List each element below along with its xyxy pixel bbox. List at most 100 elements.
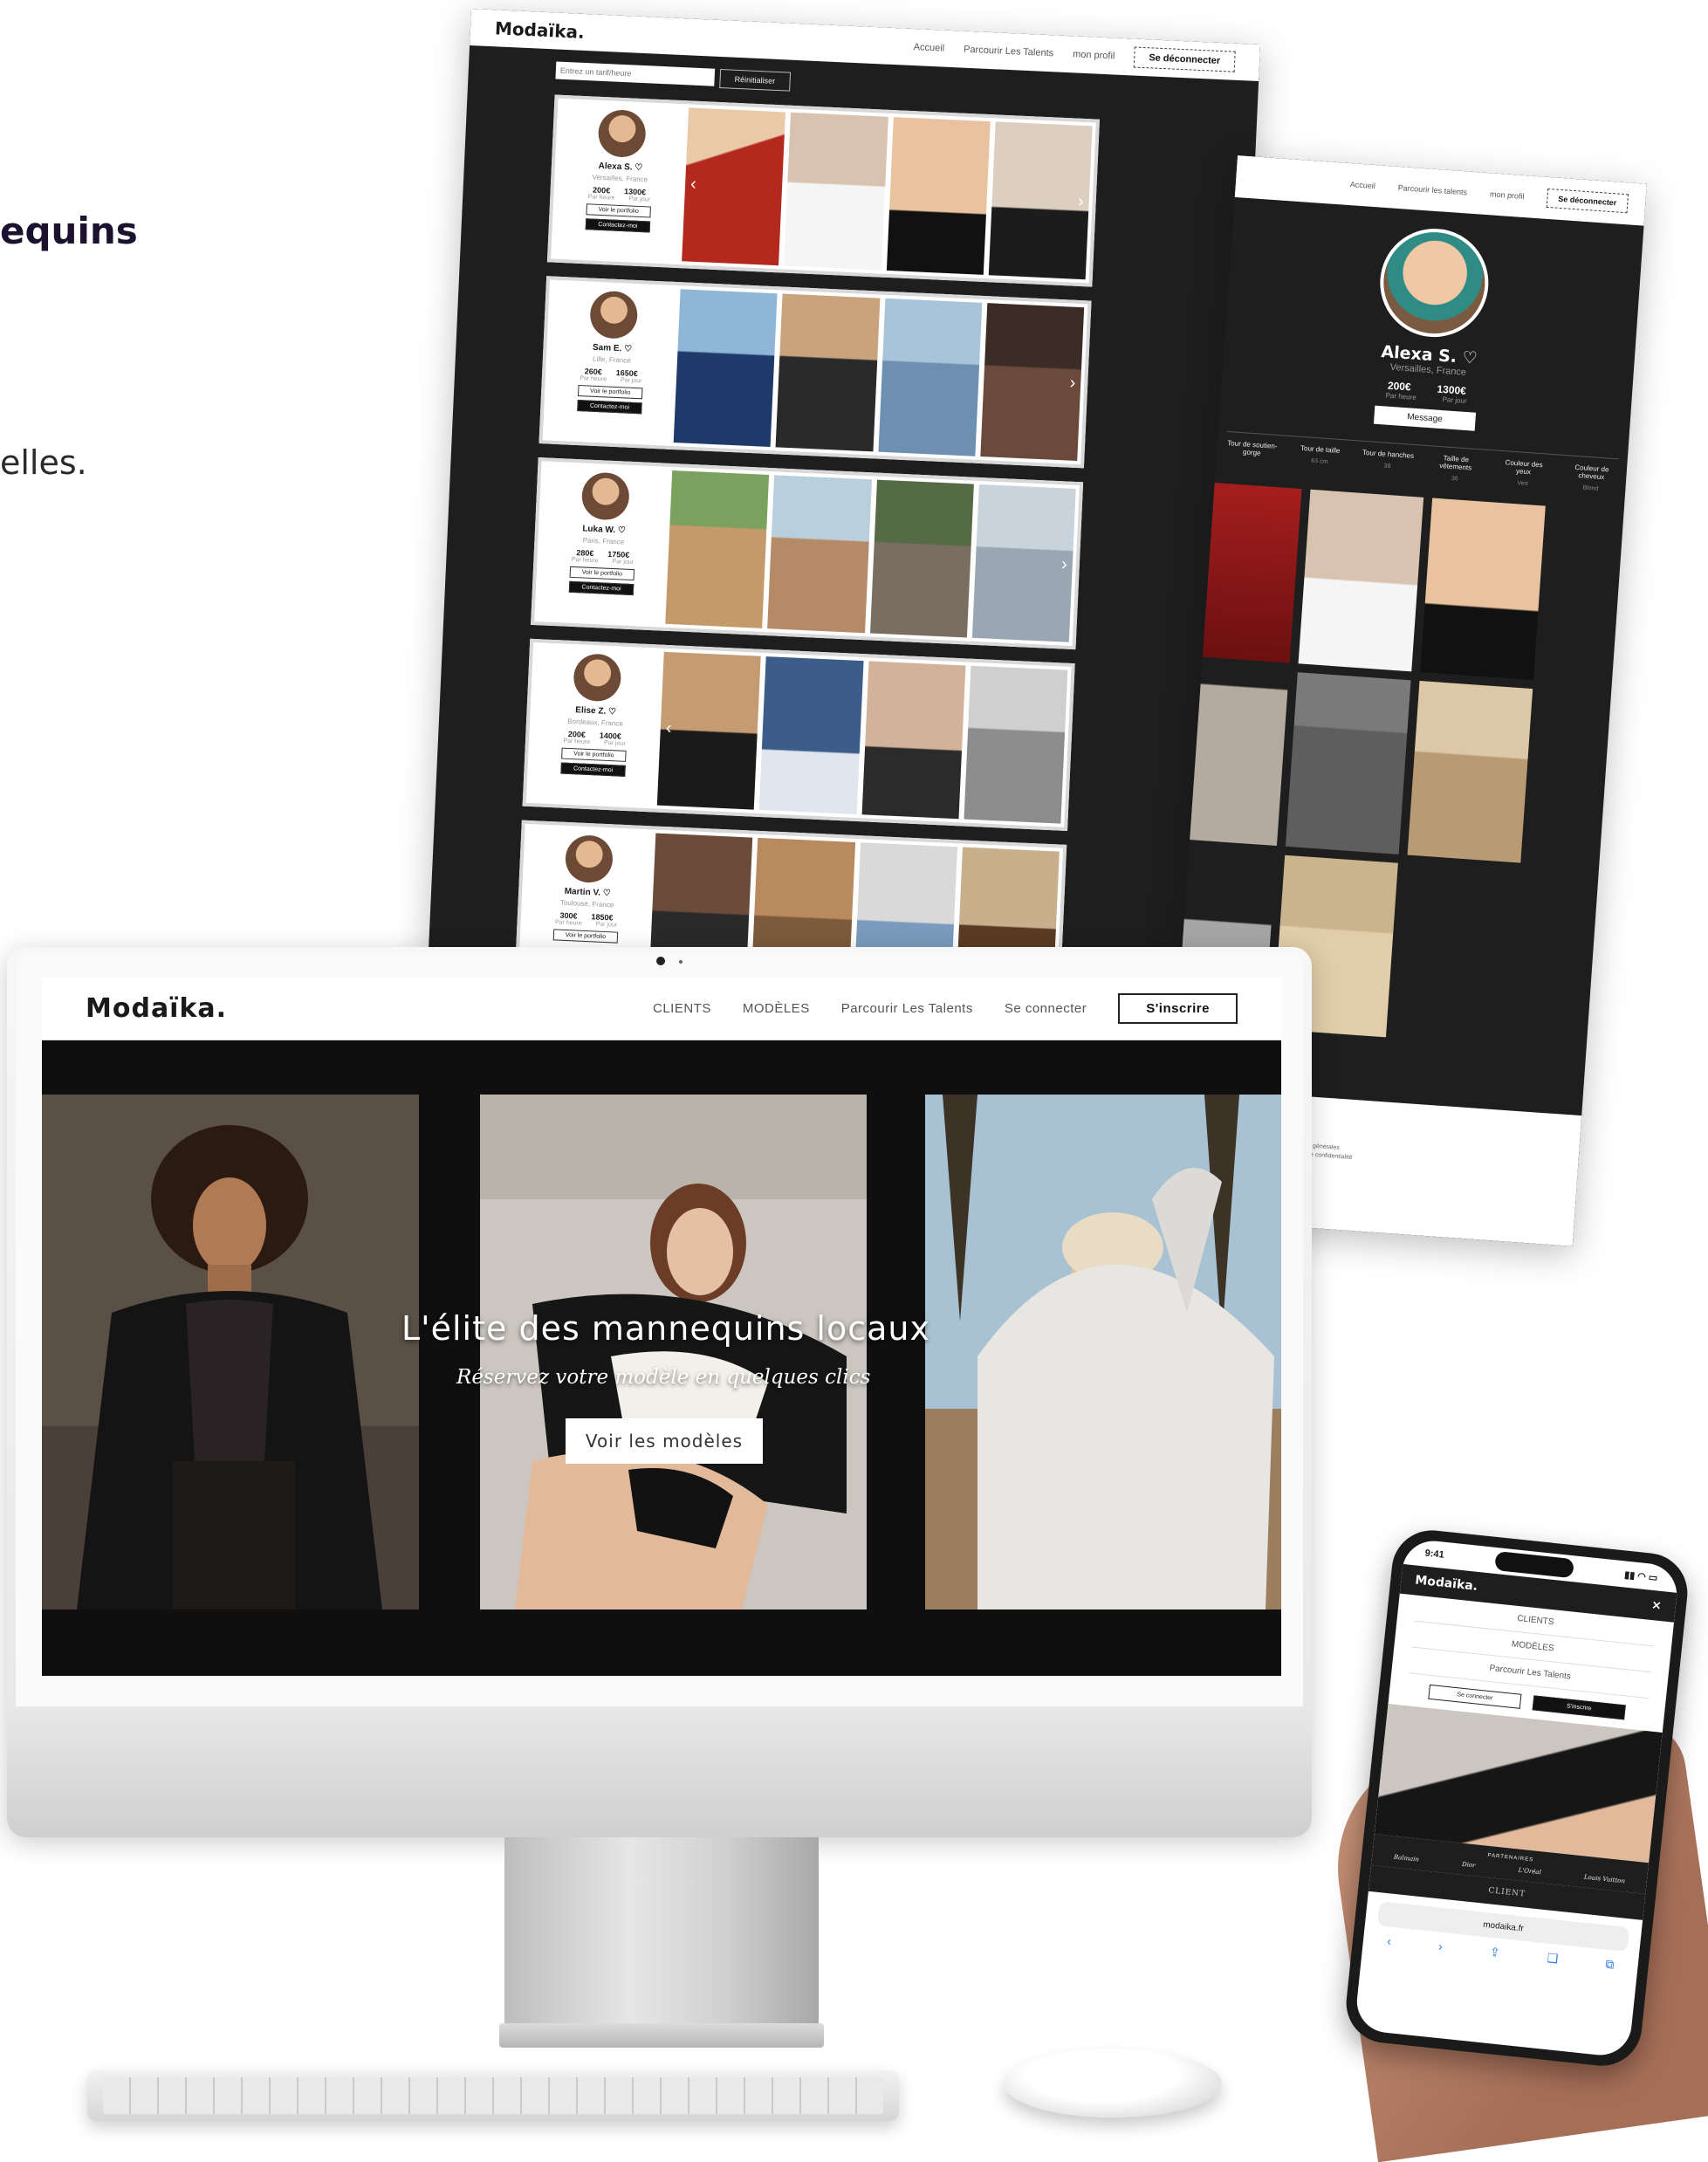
talent-card[interactable]: Luka W. ♡ Paris, France 280€ 1750€ Par he… (531, 457, 1084, 650)
portfolio-photo[interactable] (656, 651, 761, 810)
nav-browse-talents[interactable]: Parcourir Les Talents (841, 1001, 973, 1016)
tabs-icon[interactable]: ⧉ (1605, 1957, 1615, 1973)
price-day: 1750€ (607, 549, 630, 559)
rate-filter-input[interactable] (555, 61, 716, 86)
nav-browse-talents[interactable]: Parcourir les talents (1397, 183, 1467, 197)
contact-button[interactable]: Contactez-moi (585, 218, 651, 233)
attr-label: Couleur des yeux (1505, 458, 1543, 477)
view-models-button[interactable]: Voir les modèles (566, 1418, 763, 1464)
avatar[interactable] (573, 653, 622, 703)
view-portfolio-button[interactable]: Voir le portfolio (586, 203, 651, 218)
signup-button[interactable]: S'inscrire (1118, 993, 1238, 1024)
unit-day: Par jour (628, 196, 651, 203)
avatar[interactable] (589, 290, 639, 340)
price-day: 1400€ (599, 731, 622, 741)
keyboard-keys (103, 2077, 883, 2114)
portfolio-photo[interactable] (861, 661, 966, 820)
model-photo (480, 1095, 867, 1609)
nav-home[interactable]: Accueil (913, 42, 944, 54)
portfolio-photo[interactable] (964, 665, 1068, 824)
gallery-photo[interactable] (1420, 498, 1546, 681)
heart-icon[interactable]: ♡ (618, 525, 626, 535)
logout-button[interactable]: Se déconnecter (1133, 46, 1236, 72)
avatar[interactable] (597, 108, 647, 159)
portfolio-photo[interactable] (775, 293, 880, 452)
attr-label: Tour de hanches (1362, 448, 1415, 460)
talent-card[interactable]: Elise Z. ♡ Bordeaux, France 200€ 1400€ Pa… (522, 638, 1075, 831)
attr-value: Vert (1517, 480, 1529, 488)
bookmarks-icon[interactable]: ❑ (1547, 1951, 1559, 1966)
logo[interactable]: Modaïka. (86, 993, 227, 1024)
logo[interactable]: Modaïka. (494, 17, 585, 43)
heart-icon[interactable]: ♡ (634, 163, 642, 173)
portfolio-photo[interactable] (665, 470, 770, 628)
nav-my-profile[interactable]: mon profil (1073, 49, 1115, 61)
chevron-left-icon[interactable]: ‹ (665, 718, 672, 738)
logo[interactable]: Modaïka. (1415, 1573, 1478, 1593)
unit-hour: Par heure (554, 919, 582, 927)
contact-button[interactable]: Contactez-moi (577, 399, 642, 415)
portfolio-photo[interactable] (877, 298, 983, 456)
contact-button[interactable]: Contactez-moi (560, 762, 626, 777)
contact-button[interactable]: Contactez-moi (568, 580, 634, 596)
talent-card[interactable]: Sam E. ♡ Lille, France 260€ 1650€ Par heu… (538, 276, 1092, 469)
heart-icon[interactable]: ♡ (1462, 348, 1478, 368)
nav-models[interactable]: MODÈLES (743, 1001, 810, 1016)
portfolio-photo[interactable] (971, 484, 1076, 642)
portfolio-photo[interactable] (980, 303, 1085, 462)
portfolio-photo[interactable] (886, 117, 991, 275)
nav-browse-talents[interactable]: Parcourir Les Talents (964, 45, 1054, 59)
chevron-right-icon[interactable]: › (1069, 374, 1076, 394)
chevron-left-icon[interactable]: ‹ (690, 175, 697, 195)
talent-name[interactable]: Alexa S. (598, 161, 632, 173)
reset-button[interactable]: Réinitialiser (719, 69, 791, 92)
nav-login[interactable]: Se connecter (1005, 1001, 1087, 1016)
portfolio-photo[interactable] (784, 112, 888, 271)
avatar[interactable] (580, 471, 631, 521)
nav-clients[interactable]: CLIENTS (653, 1001, 711, 1016)
back-icon[interactable]: ‹ (1386, 1933, 1392, 1948)
heart-icon[interactable]: ♡ (608, 707, 616, 717)
hero-photo-2 (480, 1095, 867, 1609)
portfolio-photo[interactable] (869, 479, 974, 638)
nav-home[interactable]: Accueil (1350, 180, 1376, 190)
gallery-photo[interactable] (1407, 681, 1533, 863)
portfolio-photo[interactable] (682, 107, 786, 266)
attr-label: Taille de vêtements (1438, 454, 1472, 472)
model-photo (42, 1095, 419, 1609)
logout-button[interactable]: Se déconnecter (1546, 188, 1629, 214)
chevron-right-icon[interactable]: › (1061, 554, 1068, 574)
login-button[interactable]: Se connecter (1428, 1684, 1522, 1709)
chevron-right-icon[interactable]: › (1077, 192, 1085, 212)
portfolio-photo[interactable] (988, 121, 1093, 280)
portfolio-photo[interactable] (758, 656, 864, 814)
talent-name[interactable]: Elise Z. (575, 705, 606, 717)
gallery-photo[interactable] (1285, 672, 1411, 855)
profile-avatar (1376, 224, 1492, 341)
close-icon[interactable]: × (1650, 1598, 1662, 1613)
talent-name[interactable]: Martin V. (564, 887, 600, 898)
heart-icon[interactable]: ♡ (624, 344, 632, 353)
gallery-photo[interactable] (1298, 489, 1424, 672)
signup-button[interactable]: S'inscrire (1532, 1695, 1626, 1720)
message-button[interactable]: Message (1373, 405, 1477, 431)
view-portfolio-button[interactable]: Voir le portfolio (561, 747, 627, 762)
avatar[interactable] (564, 834, 614, 884)
view-portfolio-button[interactable]: Voir le portfolio (569, 566, 635, 581)
heart-icon[interactable]: ♡ (602, 889, 610, 898)
share-icon[interactable]: ⇪ (1489, 1945, 1500, 1960)
view-portfolio-button[interactable]: Voir le portfolio (577, 385, 643, 400)
price-day: 1650€ (615, 367, 638, 379)
url-text[interactable]: modaika.fr (1483, 1919, 1525, 1933)
view-portfolio-button[interactable]: Voir le portfolio (552, 929, 619, 944)
portfolio-photo[interactable] (767, 475, 872, 634)
portfolio-photo[interactable] (673, 289, 778, 448)
nav-my-profile[interactable]: mon profil (1490, 189, 1525, 201)
attr-value: 36 (1451, 475, 1458, 483)
desktop-homepage: Modaïka. CLIENTS MODÈLES Parcourir Les T… (42, 978, 1281, 1676)
attr-label: Tour de soutien-gorge (1226, 438, 1278, 457)
talent-name[interactable]: Luka W. (582, 524, 615, 535)
forward-icon[interactable]: › (1437, 1939, 1443, 1954)
talent-name[interactable]: Sam E. (593, 343, 622, 354)
talent-card[interactable]: Alexa S. ♡ Versailles, France 200€ 1300€ … (546, 94, 1100, 287)
